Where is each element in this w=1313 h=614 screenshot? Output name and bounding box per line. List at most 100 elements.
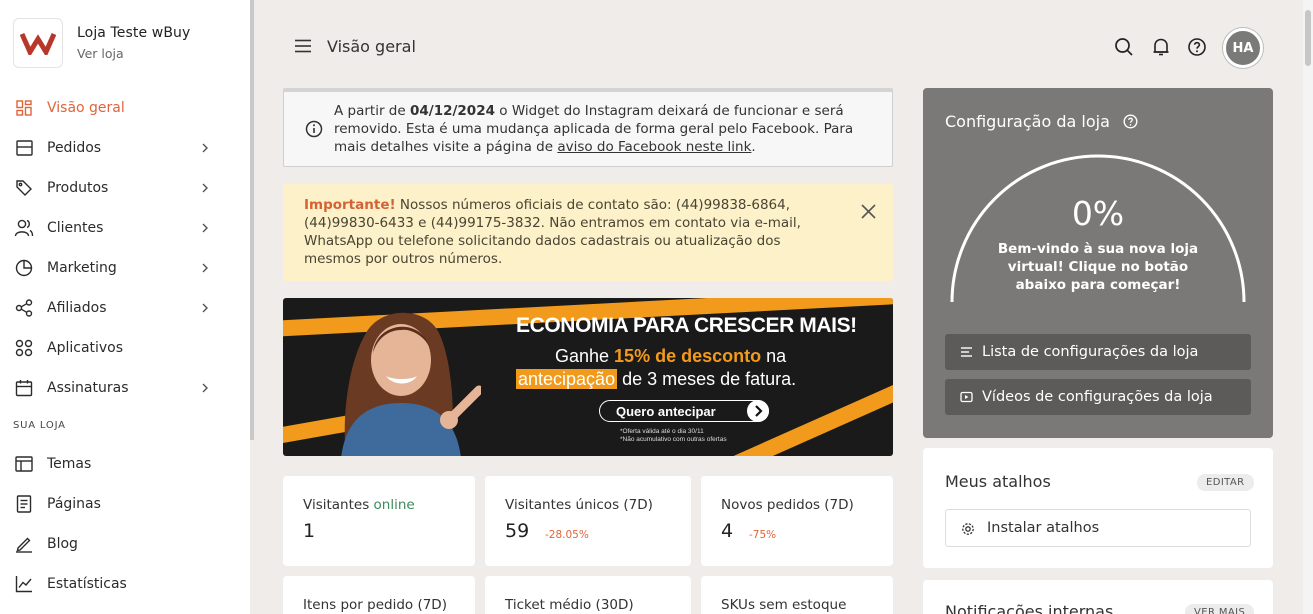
banner-fine-print: *Oferta válida até o dia 30/11 *Não acumu…: [620, 428, 727, 443]
contact-warning-alert: Importante! Nossos números oficiais de c…: [283, 184, 893, 281]
user-avatar[interactable]: HA: [1223, 28, 1263, 68]
banner-line-1: Ganhe 15% de desconto na: [555, 346, 787, 366]
menu-icon[interactable]: [294, 38, 312, 54]
nav-item-overview[interactable]: Visão geral: [0, 88, 250, 128]
internal-notifications-card: Notificações internas VER MAIS: [923, 580, 1273, 614]
wbuy-logo-icon: [20, 32, 56, 55]
chevron-right-icon: [202, 303, 208, 313]
list-icon: [961, 347, 972, 357]
sidebar: Loja Teste wBuy Ver loja Visão geral Ped…: [0, 0, 250, 614]
stat-value: 1: [303, 520, 316, 542]
orders-icon: [14, 138, 34, 158]
stat-card-average-ticket[interactable]: Ticket médio (30D): [485, 576, 691, 614]
share-icon: [14, 298, 34, 318]
edit-shortcuts-button[interactable]: EDITAR: [1197, 474, 1254, 491]
see-more-button[interactable]: VER MAIS: [1185, 604, 1255, 614]
search-icon[interactable]: [1114, 37, 1134, 57]
nav-label: Afiliados: [47, 300, 107, 316]
apps-icon: [14, 338, 34, 358]
alert-text: Importante! Nossos números oficiais de c…: [304, 197, 801, 267]
section-title-store: SUA LOJA: [13, 420, 66, 431]
nav-label: Aplicativos: [47, 340, 124, 356]
stat-label: Novos pedidos (7D): [721, 497, 854, 513]
top-header: Visão geral HA: [254, 20, 1313, 76]
nav-label: Produtos: [47, 180, 109, 196]
nav-item-statistics[interactable]: Estatísticas: [0, 564, 250, 604]
stats-icon: [14, 574, 34, 594]
nav-item-subscriptions[interactable]: Assinaturas: [0, 368, 250, 408]
nav-item-apps[interactable]: Aplicativos: [0, 328, 250, 368]
page-icon: [14, 494, 34, 514]
stat-delta: -28.05%: [545, 529, 589, 541]
nav-item-marketing[interactable]: Marketing: [0, 248, 250, 288]
nav-label: Assinaturas: [47, 380, 129, 396]
nav-label: Estatísticas: [47, 576, 127, 592]
install-shortcuts-button[interactable]: Instalar atalhos: [945, 509, 1251, 547]
stat-label: Itens por pedido (7D): [303, 597, 447, 613]
setup-videos-button[interactable]: Vídeos de configurações da loja: [945, 379, 1251, 415]
stat-card-new-orders[interactable]: Novos pedidos (7D) 4 -75%: [701, 476, 893, 566]
nav-item-customers[interactable]: Clientes: [0, 208, 250, 248]
tag-icon: [14, 178, 34, 198]
help-icon[interactable]: [1123, 114, 1138, 129]
setup-list-button[interactable]: Lista de configurações da loja: [945, 334, 1251, 370]
stat-label: Visitantes online: [303, 497, 415, 513]
notice-text: A partir de 04/12/2024 o Widget do Insta…: [334, 103, 854, 155]
stat-label: Visitantes únicos (7D): [505, 497, 653, 513]
page-title: Visão geral: [327, 37, 416, 56]
facebook-notice-link[interactable]: aviso do Facebook neste link: [557, 139, 751, 155]
nav-label: Clientes: [47, 220, 104, 236]
setup-title: Configuração da loja: [945, 112, 1110, 131]
nav-item-blog[interactable]: Blog: [0, 524, 250, 564]
stat-card-items-per-order[interactable]: Itens por pedido (7D): [283, 576, 475, 614]
chevron-right-icon: [202, 383, 208, 393]
dashboard-icon: [14, 98, 34, 118]
notifications-title: Notificações internas: [945, 602, 1114, 614]
stat-label: Ticket médio (30D): [505, 597, 634, 613]
store-name: Loja Teste wBuy: [77, 25, 191, 41]
banner-line-2: antecipação de 3 meses de fatura.: [516, 369, 797, 389]
nav-item-orders[interactable]: Pedidos: [0, 128, 250, 168]
stat-delta: -75%: [749, 529, 777, 541]
nav-label: Visão geral: [47, 100, 125, 116]
page-scrollbar[interactable]: [1303, 0, 1313, 614]
anticipate-button[interactable]: Quero antecipar: [599, 400, 769, 422]
shortcuts-card: Meus atalhos EDITAR Instalar atalhos: [923, 448, 1273, 568]
scrollbar-thumb[interactable]: [1305, 10, 1311, 66]
chevron-right-icon: [202, 143, 208, 153]
shortcuts-title: Meus atalhos: [945, 472, 1051, 491]
nav-label: Páginas: [47, 496, 101, 512]
chevron-right-icon: [202, 223, 208, 233]
nav-label: Marketing: [47, 260, 117, 276]
video-icon: [960, 391, 973, 403]
bell-icon[interactable]: [1151, 37, 1171, 57]
nav-label: Temas: [47, 456, 92, 472]
chevron-right-icon: [202, 263, 208, 273]
arrow-right-icon: [747, 400, 769, 422]
setup-welcome-text: Bem-vindo à sua nova loja virtual! Cliqu…: [997, 241, 1199, 293]
nav-item-themes[interactable]: Temas: [0, 444, 250, 484]
nav-item-pages[interactable]: Páginas: [0, 484, 250, 524]
view-store-link[interactable]: Ver loja: [77, 46, 190, 61]
help-icon[interactable]: [1187, 37, 1207, 57]
nav-label: Blog: [47, 536, 78, 552]
stat-card-online-visitors[interactable]: Visitantes online 1: [283, 476, 475, 566]
pie-chart-icon: [14, 258, 34, 278]
promo-banner[interactable]: ECONOMIA PARA CRESCER MAIS! Ganhe 15% de…: [283, 298, 893, 456]
stat-label: SKUs sem estoque: [721, 597, 847, 613]
info-icon: [305, 120, 323, 138]
close-icon[interactable]: [860, 203, 877, 220]
stat-card-skus-out-of-stock[interactable]: SKUs sem estoque: [701, 576, 893, 614]
store-logo[interactable]: [13, 18, 63, 68]
stat-card-unique-visitors[interactable]: Visitantes únicos (7D) 59 -28.05%: [485, 476, 691, 566]
users-icon: [14, 218, 34, 238]
nav-label: Pedidos: [47, 140, 102, 156]
pencil-icon: [14, 534, 34, 554]
nav-item-products[interactable]: Produtos: [0, 168, 250, 208]
nav-item-affiliates[interactable]: Afiliados: [0, 288, 250, 328]
layout-icon: [14, 454, 34, 474]
banner-title: ECONOMIA PARA CRESCER MAIS!: [516, 314, 857, 337]
instagram-widget-notice: A partir de 04/12/2024 o Widget do Insta…: [283, 88, 893, 167]
chevron-right-icon: [202, 183, 208, 193]
brand: Loja Teste wBuy Ver loja: [13, 18, 190, 68]
